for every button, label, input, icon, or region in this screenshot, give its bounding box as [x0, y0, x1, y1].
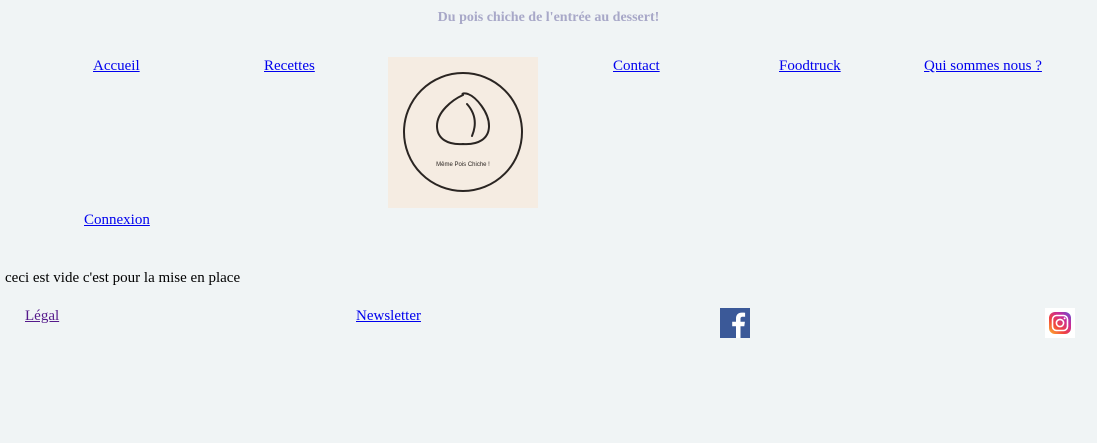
nav-link-connexion[interactable]: Connexion: [84, 212, 150, 229]
instagram-icon[interactable]: [1045, 308, 1075, 338]
site-logo[interactable]: Même Pois Chiche !: [388, 57, 538, 208]
nav-link-accueil[interactable]: Accueil: [93, 58, 140, 75]
footer-link-legal[interactable]: Légal: [25, 308, 59, 325]
nav-link-recettes[interactable]: Recettes: [264, 58, 315, 75]
chickpea-logo-icon: Même Pois Chiche !: [403, 72, 523, 192]
logo-brand-text: Même Pois Chiche !: [436, 162, 490, 168]
placeholder-text: ceci est vide c'est pour la mise en plac…: [5, 270, 241, 286]
facebook-icon[interactable]: [720, 308, 750, 338]
nav-link-contact[interactable]: Contact: [613, 58, 660, 75]
footer-link-newsletter[interactable]: Newsletter: [356, 308, 421, 325]
nav-link-foodtruck[interactable]: Foodtruck: [779, 58, 841, 75]
nav-link-qui-sommes-nous[interactable]: Qui sommes nous ?: [924, 58, 1042, 75]
site-tagline: Du pois chiche de l'entrée au dessert!: [437, 10, 660, 25]
